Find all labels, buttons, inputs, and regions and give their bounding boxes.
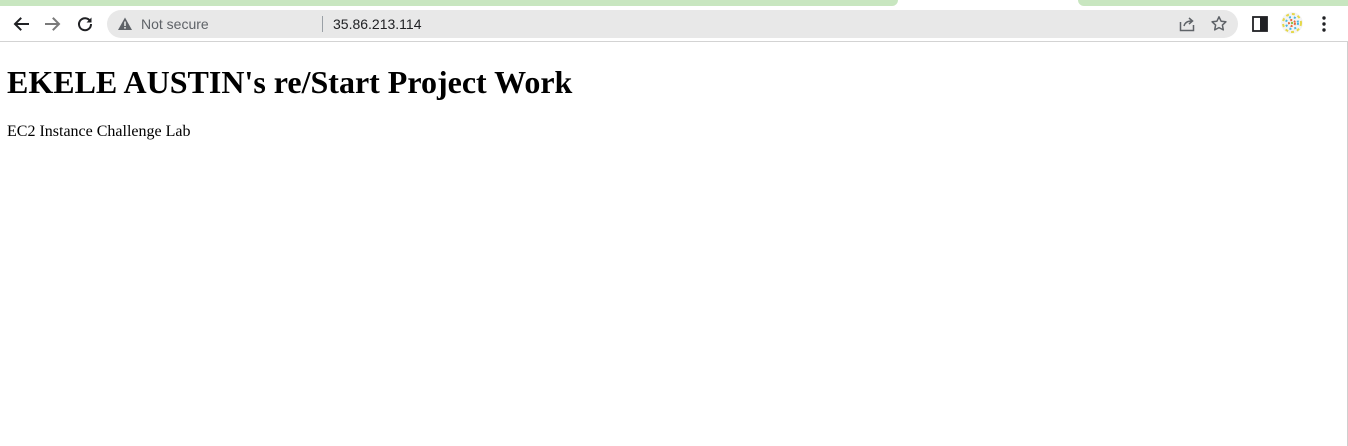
back-arrow-icon bbox=[13, 17, 29, 31]
address-bar[interactable]: Not secure 35.86.213.114 bbox=[107, 10, 1238, 38]
page-paragraph: EC2 Instance Challenge Lab bbox=[7, 123, 191, 140]
side-panel-icon[interactable] bbox=[1250, 14, 1270, 34]
bookmark-star-icon[interactable] bbox=[1210, 15, 1228, 33]
reload-button[interactable] bbox=[70, 9, 100, 39]
reload-icon bbox=[78, 17, 93, 32]
share-icon[interactable] bbox=[1178, 15, 1196, 33]
back-button[interactable] bbox=[6, 9, 36, 39]
warning-icon[interactable] bbox=[117, 16, 133, 32]
forward-button[interactable] bbox=[38, 9, 68, 39]
browser-toolbar: Not secure 35.86.213.114 bbox=[0, 6, 1348, 42]
forward-arrow-icon bbox=[45, 17, 61, 31]
web-page-content: EKELE AUSTIN's re/Start Project Work EC2… bbox=[0, 43, 1347, 446]
profile-avatar[interactable] bbox=[1281, 12, 1303, 34]
address-bar-separator bbox=[322, 16, 323, 32]
security-status-label[interactable]: Not secure bbox=[141, 16, 209, 32]
kebab-menu-icon[interactable] bbox=[1315, 14, 1333, 34]
page-heading: EKELE AUSTIN's re/Start Project Work bbox=[7, 64, 573, 100]
url-text[interactable]: 35.86.213.114 bbox=[333, 16, 422, 32]
